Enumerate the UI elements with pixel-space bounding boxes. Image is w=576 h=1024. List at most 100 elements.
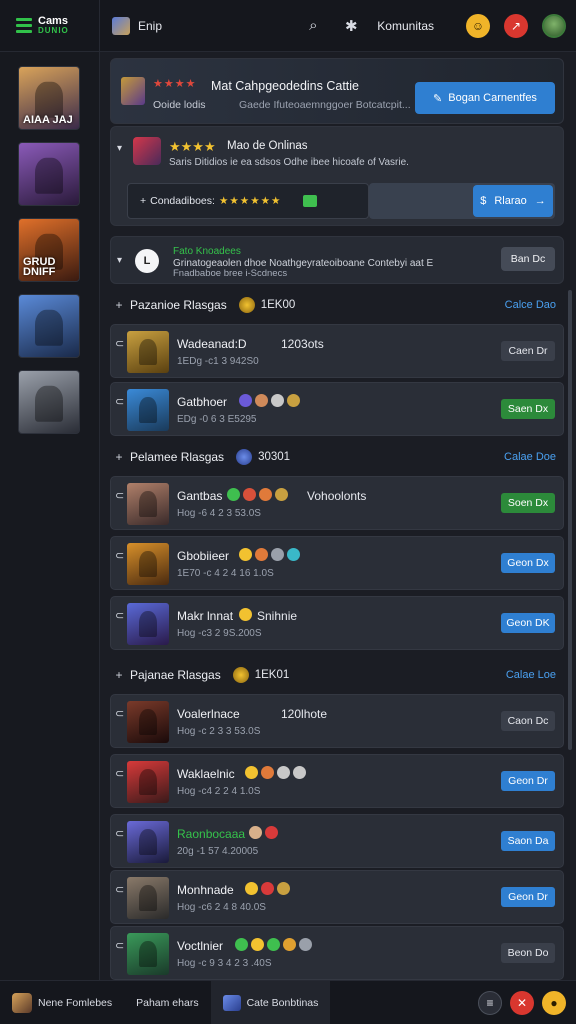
app-logo[interactable]: Cams DUNIO — [0, 0, 100, 52]
list-item[interactable]: ⊂ Raonbocaaa 20g -1 57 4.20005 Saon Da — [110, 814, 564, 868]
hamburger-menu-icon[interactable] — [16, 18, 32, 33]
bottom-bar: Nene Fomlebes Paham ehars Cate Bonbtinas… — [0, 980, 576, 1024]
sidebar: AIAA JAJ GRUD DNIFF — [0, 52, 100, 980]
live-conditions-bar[interactable]: + Condadiboes: ★★★★★★ — [127, 183, 369, 219]
notice-title: Fato Knoadees — [173, 246, 241, 257]
item-action-button[interactable]: Caon Dc — [501, 711, 555, 731]
sidebar-game-thumb[interactable] — [18, 142, 80, 206]
plus-icon[interactable]: + — [110, 298, 128, 312]
checkbox-icon[interactable]: ⊂ — [115, 489, 124, 502]
badge-icons — [245, 882, 290, 895]
list-item[interactable]: ⊂ Makr lnnat Hog -c3 2 9S.200S Snihnie G… — [110, 596, 564, 650]
page-icon — [112, 16, 130, 35]
bottom-nav-second[interactable]: Paham ehars — [124, 981, 210, 1024]
badge-icons — [249, 826, 278, 839]
menu-icon[interactable]: ≡ — [478, 990, 502, 1015]
chevron-down-icon[interactable]: ▾ — [117, 143, 122, 154]
item-thumbnail — [127, 877, 169, 919]
hero-rating-stars: ★★★★ — [153, 78, 197, 90]
coin-icon — [232, 667, 249, 683]
sidebar-game-thumb[interactable] — [18, 370, 80, 434]
list-item[interactable]: ⊂ Gatbhoer EDg -0 6 3 E5295 Saen Dx — [110, 382, 564, 436]
sidebar-game-thumb[interactable]: AIAA JAJ — [18, 66, 80, 130]
brand-name: Cams DUNIO — [38, 14, 69, 35]
checkbox-icon[interactable]: ⊂ — [115, 767, 124, 780]
main-content: ★★★★ Mat Cahpgeodedins Cattie Ooide lodi… — [110, 52, 564, 980]
close-icon[interactable]: ✕ — [510, 990, 534, 1015]
notice-logo-icon: L — [135, 249, 159, 273]
item-action-button[interactable]: Geon Dr — [501, 887, 555, 907]
page-title: Enip — [138, 18, 163, 33]
sidebar-game-thumb[interactable]: GRUD DNIFF — [18, 218, 80, 282]
checkbox-icon[interactable]: ⊂ — [115, 549, 124, 562]
live-rating-stars: ★★★★ — [169, 139, 216, 154]
item-action-button[interactable]: Soen Dx — [501, 493, 555, 513]
badge-icons — [239, 608, 252, 621]
live-title: Mao de Onlinas — [227, 140, 308, 152]
hero-cta-button[interactable]: ✎ Bogan Carnentfes — [415, 82, 555, 114]
chevron-down-icon[interactable]: ▾ — [117, 255, 122, 266]
item-action-button[interactable]: Saen Dx — [501, 399, 555, 419]
list-item[interactable]: ⊂ Waklaelnic Hog -c4 2 2 4 1.0S Geon Dr — [110, 754, 564, 808]
pencil-icon: ✎ — [433, 92, 443, 105]
item-action-button[interactable]: Geon Dx — [501, 553, 555, 573]
notice-button[interactable]: Ban Dc — [501, 247, 555, 271]
bottom-nav-home[interactable]: Nene Fomlebes — [0, 981, 124, 1024]
list-item[interactable]: ⊂ Voctlnier Hog -c 9 3 4 2 3 .40S Beon D… — [110, 926, 564, 980]
live-panel: ▾ ★★★★ Mao de Onlinas Saris Ditidios ie … — [110, 126, 564, 226]
coin-icon[interactable]: ● — [542, 990, 566, 1015]
item-thumbnail — [127, 761, 169, 803]
section-link[interactable]: Calce Dao — [505, 299, 564, 311]
emoji-icon[interactable]: ☺ — [466, 13, 490, 38]
game-icon — [222, 994, 241, 1011]
checkbox-icon[interactable]: ⊂ — [115, 827, 124, 840]
hero-subtitle: Gaede Ifuteoaemnggoer Botcatcpit... — [239, 99, 411, 111]
checkbox-icon[interactable]: ⊂ — [115, 609, 124, 622]
checkbox-icon[interactable]: ⊂ — [115, 707, 124, 720]
search-icon[interactable]: ⌕ — [301, 14, 325, 38]
section-header: + Pazanioe Rlasgas 1EK00 Calce Dao — [110, 290, 564, 320]
section-link[interactable]: Calae Doe — [504, 451, 564, 463]
list-item[interactable]: ⊂ Gbobiieer 1E70 -c 4 2 4 16 1.0S Geon D… — [110, 536, 564, 590]
sparkle-icon[interactable]: ✱ — [339, 14, 363, 38]
sidebar-game-thumb[interactable] — [18, 294, 80, 358]
checkbox-icon[interactable]: ⊂ — [115, 939, 124, 952]
alert-icon[interactable]: ↗ — [504, 13, 528, 38]
hero-title: Mat Cahpgeodedins Cattie — [211, 79, 360, 93]
section-link[interactable]: Calae Loe — [506, 669, 564, 681]
dollar-icon: $ — [480, 195, 487, 207]
bottom-nav-active[interactable]: Cate Bonbtinas — [210, 980, 331, 1024]
badge-icons — [239, 548, 300, 561]
checkbox-icon[interactable]: ⊂ — [115, 337, 124, 350]
badge-icons — [239, 394, 300, 407]
item-action-button[interactable]: Geon DK — [501, 613, 555, 633]
hero-thumbnail — [121, 77, 145, 105]
badge-icons — [245, 766, 306, 779]
item-action-button[interactable]: Beon Do — [501, 943, 555, 963]
item-action-button[interactable]: Geon Dr — [501, 771, 555, 791]
arrow-right-icon: → — [534, 195, 546, 207]
list-item[interactable]: ⊂ Monhnade Hog -c6 2 4 8 40.0S Geon Dr — [110, 870, 564, 924]
rocket-icon — [236, 449, 253, 465]
top-bar: Cams DUNIO Enip ⌕ ✱ Komunitas ☺ ↗ — [0, 0, 576, 52]
scrollbar[interactable] — [568, 290, 572, 750]
checkbox-icon[interactable]: ⊂ — [115, 883, 124, 896]
list-item[interactable]: ⊂ Voalerlnace Hog -c 2 3 3 53.0S 120lhot… — [110, 694, 564, 748]
item-thumbnail — [127, 821, 169, 863]
plus-icon[interactable]: + — [110, 450, 128, 464]
user-avatar[interactable] — [542, 13, 566, 38]
plus-icon: + — [140, 195, 147, 207]
plus-icon[interactable]: + — [110, 668, 128, 682]
live-action-button[interactable]: $ Rlarao → — [473, 185, 553, 217]
checkbox-icon[interactable]: ⊂ — [115, 395, 124, 408]
item-thumbnail — [127, 701, 169, 743]
list-item[interactable]: ⊂ Wadeanad:D 1EDg -c1 3 942S0 1203ots Ca… — [110, 324, 564, 378]
item-action-button[interactable]: Saon Da — [501, 831, 555, 851]
list-item[interactable]: ⊂ Gantbas Hog -6 4 2 3 53.0S Vohoolonts … — [110, 476, 564, 530]
item-action-button[interactable]: Caen Dr — [501, 341, 555, 361]
badge-icons — [227, 488, 288, 501]
live-thumbnail — [133, 137, 161, 165]
item-thumbnail — [127, 389, 169, 431]
section-header: + Pajanae Rlasgas 1EK01 Calae Loe — [110, 660, 564, 690]
community-link[interactable]: Komunitas — [377, 19, 434, 33]
